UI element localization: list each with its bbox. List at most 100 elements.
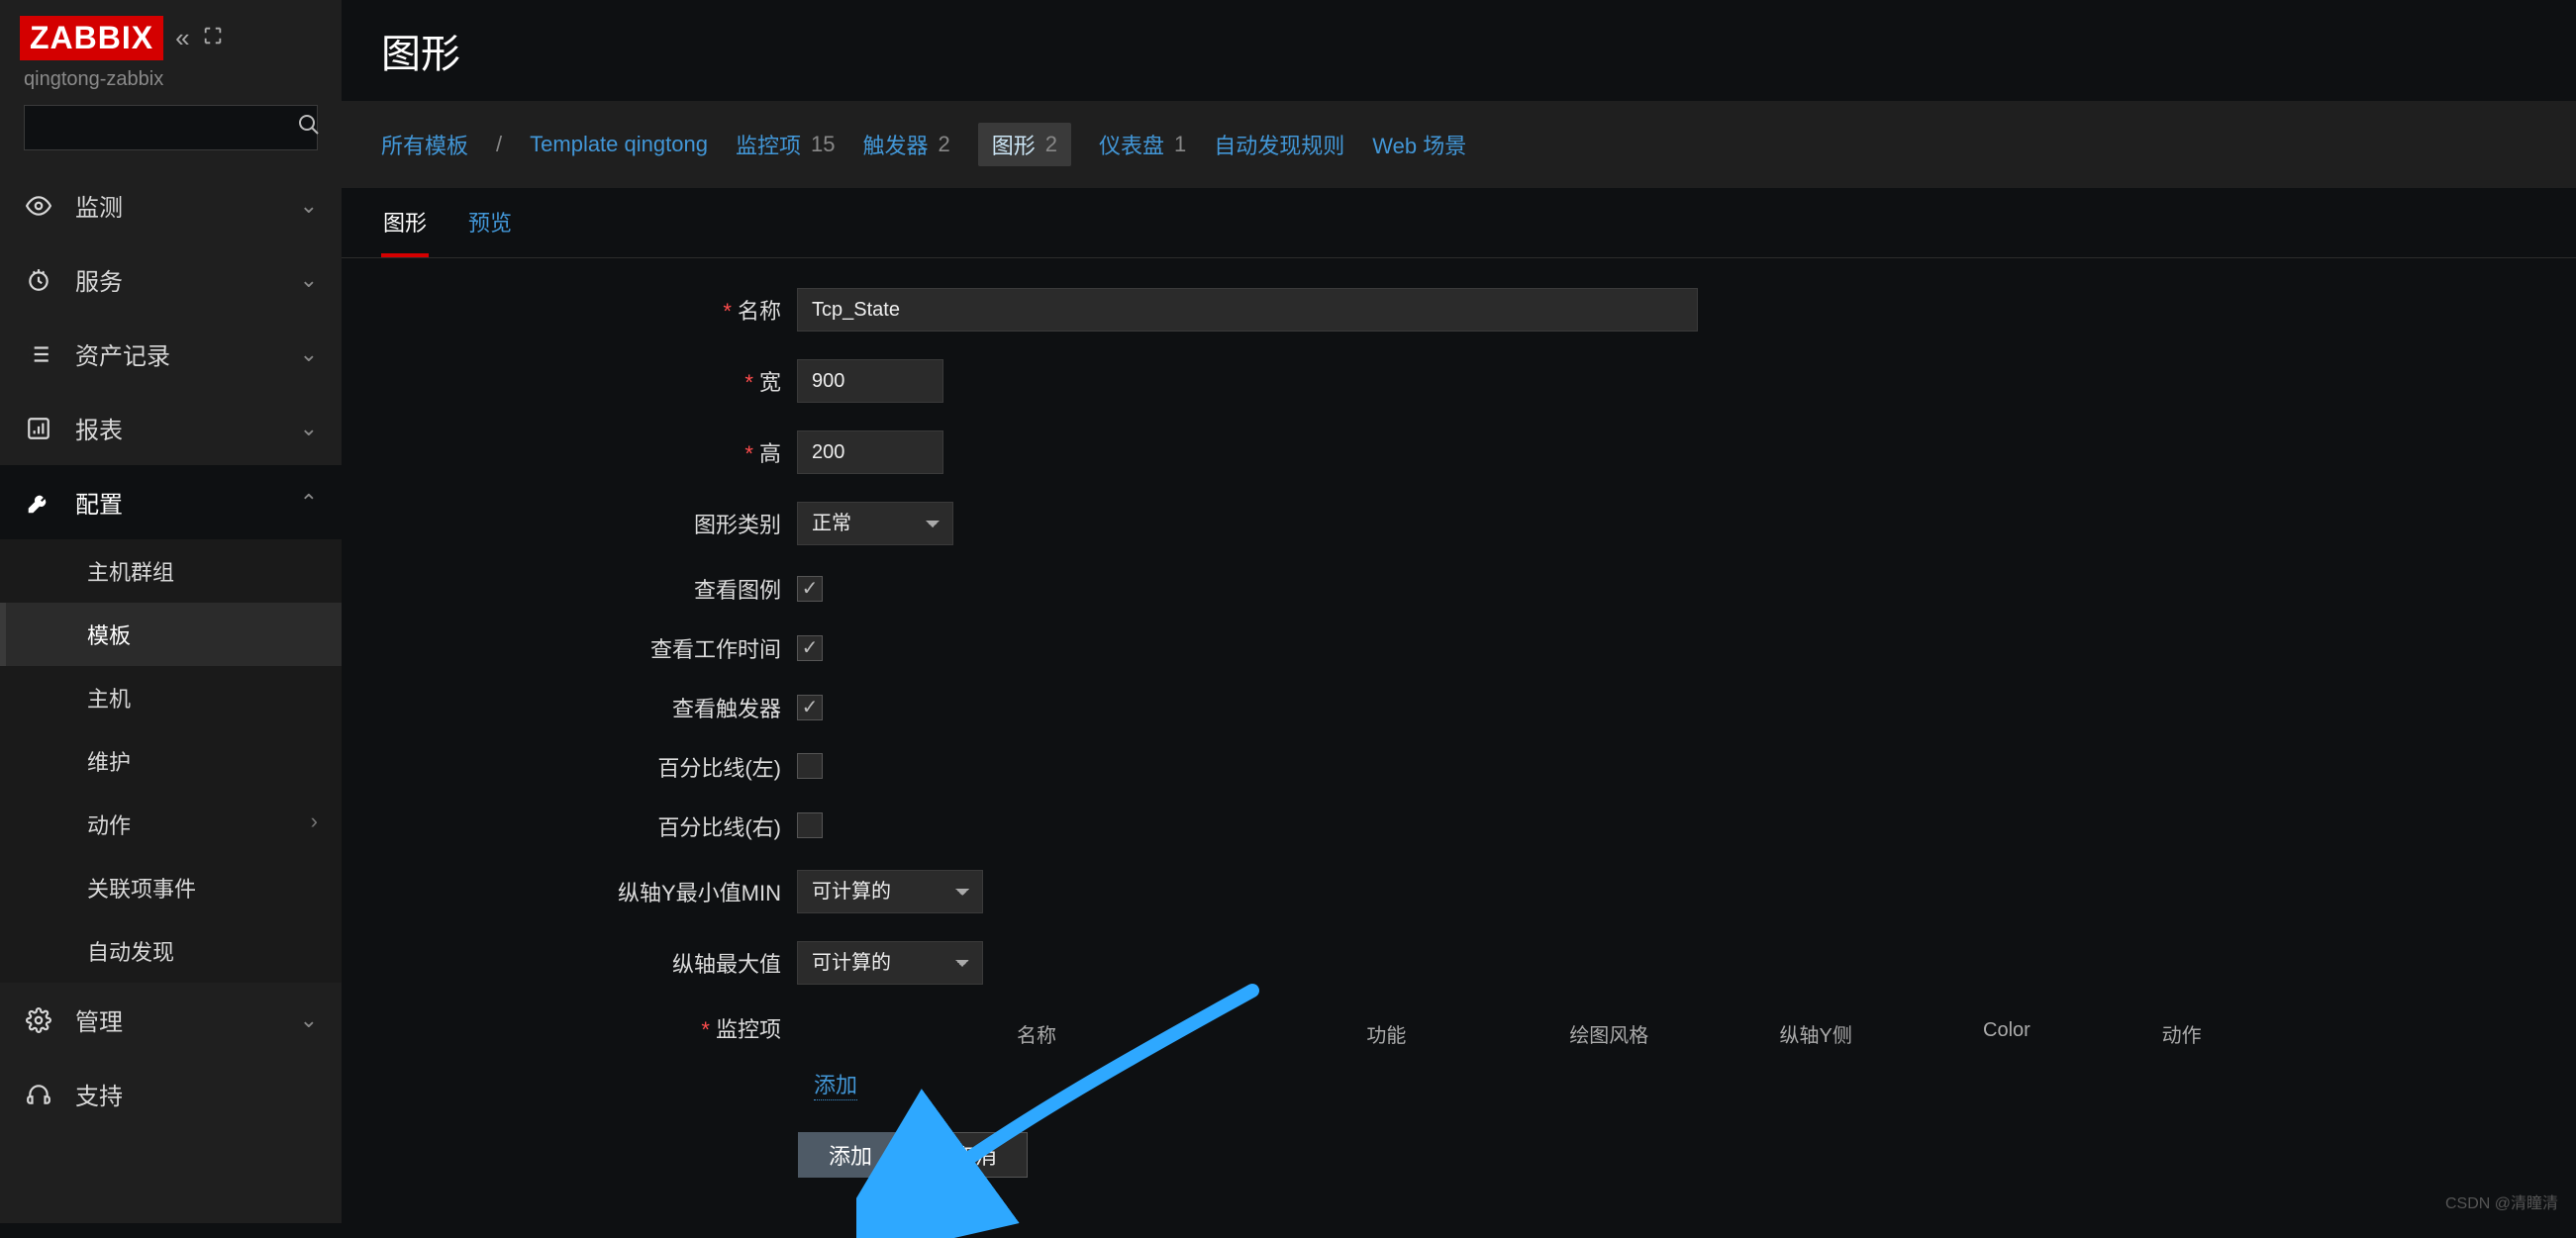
headset-icon <box>24 1082 53 1107</box>
subnav-hostgroups[interactable]: 主机群组 <box>0 539 342 603</box>
add-item-link[interactable]: 添加 <box>814 1068 857 1100</box>
subnav-correlation[interactable]: 关联项事件 <box>0 856 342 919</box>
checkbox-pct-right[interactable] <box>797 812 823 838</box>
nav-label: 服务 <box>75 262 278 297</box>
chevron-down-icon: ⌄ <box>300 1007 318 1033</box>
tab-graph[interactable]: 图形 <box>381 188 429 257</box>
nav-inventory[interactable]: 资产记录 ⌄ <box>0 317 342 391</box>
nav-label: 监测 <box>75 188 278 223</box>
nav-label: 管理 <box>75 1002 278 1037</box>
checkbox-pct-left[interactable] <box>797 753 823 779</box>
chevron-right-icon: › <box>311 809 318 834</box>
label-ymax: 纵轴最大值 <box>381 947 797 979</box>
input-name[interactable] <box>797 288 1698 332</box>
form-area: *名称 *宽 *高 图形类别 正常 查看图例 查看工作时间 <box>342 258 2576 1236</box>
breadcrumb-root[interactable]: 所有模板 <box>381 129 468 160</box>
nav-label: 报表 <box>75 411 278 445</box>
sidebar-header: ZABBIX « <box>0 0 342 68</box>
form-tabs: 图形 预览 <box>342 188 2576 258</box>
select-type[interactable]: 正常 <box>797 502 953 545</box>
gear-icon <box>24 1007 53 1033</box>
collapse-sidebar-icon[interactable]: « <box>175 23 189 53</box>
clock-icon <box>24 267 53 293</box>
subnav-actions[interactable]: 动作› <box>0 793 342 856</box>
col-name: 名称 <box>798 1019 1275 1048</box>
tab-preview[interactable]: 预览 <box>466 188 514 257</box>
select-ymin[interactable]: 可计算的 <box>797 870 983 913</box>
col-draw: 绘图风格 <box>1498 1019 1721 1048</box>
subnav-configuration: 主机群组 模板 主机 维护 动作› 关联项事件 自动发现 <box>0 539 342 983</box>
label-height: *高 <box>381 436 797 468</box>
bc-dashboards[interactable]: 仪表盘 1 <box>1099 129 1186 160</box>
chevron-down-icon: ⌄ <box>300 341 318 367</box>
search-wrap <box>0 105 342 168</box>
fullscreen-icon[interactable] <box>202 23 224 53</box>
breadcrumb-template[interactable]: Template qingtong <box>530 132 708 157</box>
bc-triggers[interactable]: 触发器 2 <box>862 129 949 160</box>
label-legend: 查看图例 <box>381 573 797 605</box>
chevron-down-icon: ⌄ <box>300 416 318 441</box>
bc-discovery[interactable]: 自动发现规则 <box>1214 129 1344 160</box>
bc-graphs[interactable]: 图形 2 <box>978 123 1071 166</box>
bc-web[interactable]: Web 场景 <box>1372 129 1466 160</box>
label-pct-right: 百分比线(右) <box>381 810 797 842</box>
nav-admin[interactable]: 管理 ⌄ <box>0 983 342 1057</box>
nav-reports[interactable]: 报表 ⌄ <box>0 391 342 465</box>
subnav-maintenance[interactable]: 维护 <box>0 729 342 793</box>
label-triggers: 查看触发器 <box>381 692 797 723</box>
label-pct-left: 百分比线(左) <box>381 751 797 783</box>
breadcrumb-bar: 所有模板 / Template qingtong 监控项 15 触发器 2 图形… <box>342 101 2576 188</box>
chevron-down-icon: ⌄ <box>300 267 318 293</box>
subnav-discovery[interactable]: 自动发现 <box>0 919 342 983</box>
input-height[interactable] <box>797 430 943 474</box>
nav-support[interactable]: 支持 <box>0 1057 342 1131</box>
nav-services[interactable]: 服务 ⌄ <box>0 242 342 317</box>
checkbox-triggers[interactable] <box>797 695 823 720</box>
subnav-hosts[interactable]: 主机 <box>0 666 342 729</box>
nav-label: 配置 <box>75 485 278 520</box>
page-title: 图形 <box>342 0 2576 101</box>
items-header-row: 名称 功能 绘图风格 纵轴Y侧 Color 动作 <box>798 1013 2261 1068</box>
label-width: *宽 <box>381 365 797 397</box>
bc-items[interactable]: 监控项 15 <box>736 129 836 160</box>
input-width[interactable] <box>797 359 943 403</box>
logo[interactable]: ZABBIX <box>20 16 163 60</box>
main: 图形 所有模板 / Template qingtong 监控项 15 触发器 2… <box>342 0 2576 1223</box>
nav-configuration[interactable]: 配置 ⌃ <box>0 465 342 539</box>
list-icon <box>24 341 53 367</box>
search-icon[interactable] <box>297 113 321 143</box>
server-name: qingtong-zabbix <box>0 68 342 105</box>
app-root: ZABBIX « qingtong-zabbix 监测 ⌄ 服务 <box>0 0 2576 1223</box>
subnav-templates[interactable]: 模板 <box>0 603 342 666</box>
label-items: *监控项 <box>381 1012 797 1044</box>
chart-icon <box>24 416 53 441</box>
label-ymin: 纵轴Y最小值MIN <box>381 876 797 907</box>
cancel-button[interactable]: 取消 <box>923 1132 1028 1178</box>
wrench-icon <box>24 490 53 516</box>
col-action: 动作 <box>2102 1019 2261 1048</box>
nav: 监测 ⌄ 服务 ⌄ 资产记录 ⌄ 报表 ⌄ 配置 ⌃ <box>0 168 342 1131</box>
label-type: 图形类别 <box>381 508 797 539</box>
col-yaxis: 纵轴Y侧 <box>1721 1019 1912 1048</box>
label-name: *名称 <box>381 294 797 326</box>
sidebar: ZABBIX « qingtong-zabbix 监测 ⌄ 服务 <box>0 0 342 1223</box>
watermark: CSDN @清瞳清 <box>2445 1190 2558 1213</box>
checkbox-legend[interactable] <box>797 576 823 602</box>
nav-monitoring[interactable]: 监测 ⌄ <box>0 168 342 242</box>
breadcrumb-sep: / <box>496 132 502 157</box>
select-ymax[interactable]: 可计算的 <box>797 941 983 985</box>
search-box[interactable] <box>24 105 318 150</box>
button-row: 添加 取消 <box>798 1132 2261 1178</box>
search-input[interactable] <box>35 117 297 140</box>
col-func: 功能 <box>1275 1019 1498 1048</box>
add-button[interactable]: 添加 <box>798 1132 903 1178</box>
eye-icon <box>24 193 53 219</box>
col-color: Color <box>1912 1019 2103 1048</box>
checkbox-worktime[interactable] <box>797 635 823 661</box>
nav-label: 资产记录 <box>75 336 278 371</box>
items-table: 名称 功能 绘图风格 纵轴Y侧 Color 动作 添加 添加 取消 <box>797 1012 2262 1179</box>
nav-label: 支持 <box>75 1077 318 1111</box>
chevron-up-icon: ⌃ <box>300 490 318 516</box>
label-worktime: 查看工作时间 <box>381 632 797 664</box>
chevron-down-icon: ⌄ <box>300 193 318 219</box>
